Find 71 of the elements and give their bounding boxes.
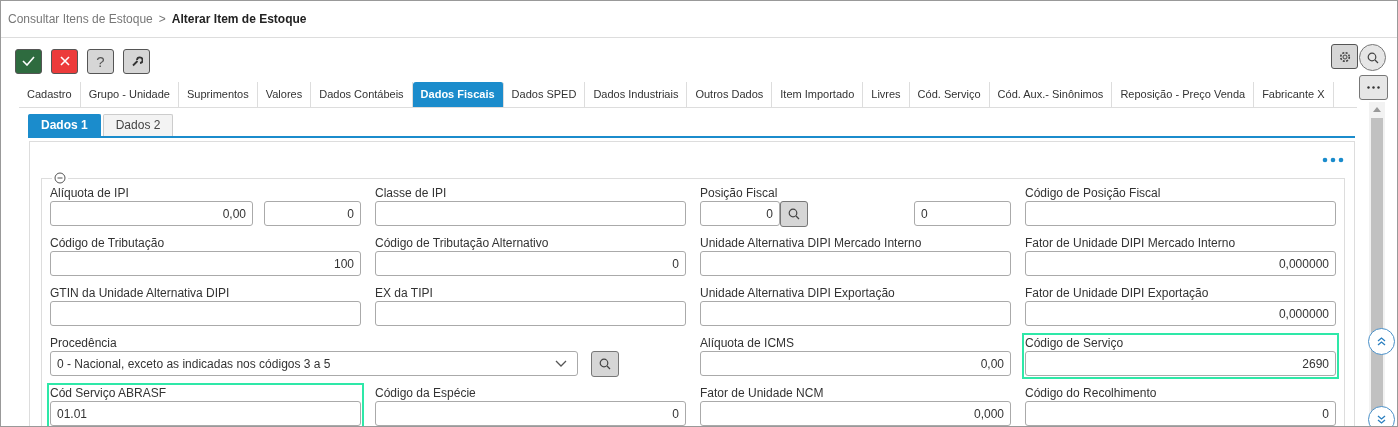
field-label: Código de Serviço xyxy=(1025,335,1125,351)
breadcrumb-link[interactable]: Consultar Itens de Estoque xyxy=(8,12,153,26)
scroll-up-arrow-icon[interactable] xyxy=(1373,107,1381,112)
input-field[interactable]: 0 xyxy=(375,401,686,426)
field-label: Alíquota de ICMS xyxy=(700,335,796,351)
collapse-icon[interactable] xyxy=(54,172,66,184)
tab[interactable]: Dados 2 xyxy=(102,114,174,136)
input-field[interactable]: 0 xyxy=(914,201,1011,226)
double-chevron-up-icon xyxy=(1377,337,1386,346)
field-label: Classe de IPI xyxy=(375,185,448,201)
input-field[interactable]: 0 xyxy=(375,251,686,276)
double-chevron-down-icon xyxy=(1377,415,1386,424)
input-field[interactable]: 0,000 xyxy=(700,401,1011,426)
breadcrumb-separator: > xyxy=(158,12,166,26)
close-icon xyxy=(59,56,70,66)
field-label: GTIN da Unidade Alternativa DIPI xyxy=(50,285,231,301)
confirm-button[interactable] xyxy=(15,48,42,74)
input-field[interactable]: 01.01 xyxy=(50,401,361,426)
more-tabs-button[interactable] xyxy=(1359,75,1388,100)
search-icon xyxy=(788,207,800,220)
search-button[interactable] xyxy=(780,200,808,227)
tools-button[interactable] xyxy=(123,48,150,74)
search-icon xyxy=(1366,51,1379,64)
field-label: Unidade Alternativa DIPI Exportação xyxy=(700,285,896,301)
tab[interactable]: Dados Fiscais xyxy=(412,82,504,107)
cancel-button[interactable] xyxy=(51,48,78,74)
input-field[interactable]: 0,00 xyxy=(700,351,1011,376)
field-label: Código de Tributação xyxy=(50,235,166,251)
page-title: Alterar Item de Estoque xyxy=(171,12,307,26)
field-label: Código de Posição Fiscal xyxy=(1025,185,1162,201)
field-label: Código da Espécie xyxy=(375,385,477,401)
search-button[interactable] xyxy=(1359,44,1386,71)
input-field[interactable]: 0 xyxy=(700,201,780,226)
field-label: Posição Fiscal xyxy=(700,185,779,201)
field-label: Unidade Alternativa DIPI Mercado Interno xyxy=(700,235,923,251)
field-label: Fator de Unidade DIPI Mercado Interno xyxy=(1025,235,1237,251)
input-field[interactable]: 0 xyxy=(1025,401,1336,426)
settings-button[interactable] xyxy=(1331,44,1358,69)
field-label: Alíquota de IPI xyxy=(50,185,130,201)
input-field[interactable] xyxy=(375,201,686,226)
field-label: Código de Tributação Alternativo xyxy=(375,235,550,251)
field-label: EX da TIPI xyxy=(375,285,434,301)
more-options-icon[interactable] xyxy=(1322,157,1344,163)
search-button[interactable] xyxy=(591,350,619,377)
field-label: Cód Serviço ABRASF xyxy=(50,385,168,401)
dropdown[interactable]: 0 - Nacional, exceto as indicadas nos códigos 3 a 5 xyxy=(50,351,578,376)
scroll-top-button[interactable] xyxy=(1368,328,1395,355)
field-label: Fator de Unidade DIPI Exportação xyxy=(1025,285,1210,301)
ellipsis-icon xyxy=(1367,86,1380,89)
input-field[interactable] xyxy=(700,251,1011,276)
help-button[interactable]: ? xyxy=(87,48,114,74)
input-field[interactable] xyxy=(1025,201,1336,226)
input-field[interactable]: 0,00 xyxy=(50,201,253,226)
input-field[interactable] xyxy=(700,301,1011,326)
settings-icon xyxy=(1338,50,1351,63)
input-field[interactable]: 0,000000 xyxy=(1025,301,1336,326)
search-icon xyxy=(599,357,611,370)
input-field[interactable]: 0,000000 xyxy=(1025,251,1336,276)
field-label: Procedência xyxy=(50,335,118,351)
input-field[interactable]: 2690 xyxy=(1025,351,1336,376)
input-field[interactable] xyxy=(50,301,361,326)
field-label: Fator de Unidade NCM xyxy=(700,385,825,401)
input-field[interactable]: 0 xyxy=(264,201,361,226)
wrench-icon xyxy=(130,55,143,67)
tab[interactable]: Dados 1 xyxy=(28,114,101,136)
check-icon xyxy=(22,56,35,66)
field-label: Código do Recolhimento xyxy=(1025,385,1158,401)
input-field[interactable] xyxy=(375,301,686,326)
chevron-down-icon xyxy=(555,359,567,368)
scroll-bottom-button[interactable] xyxy=(1368,406,1395,426)
input-field[interactable]: 100 xyxy=(50,251,361,276)
